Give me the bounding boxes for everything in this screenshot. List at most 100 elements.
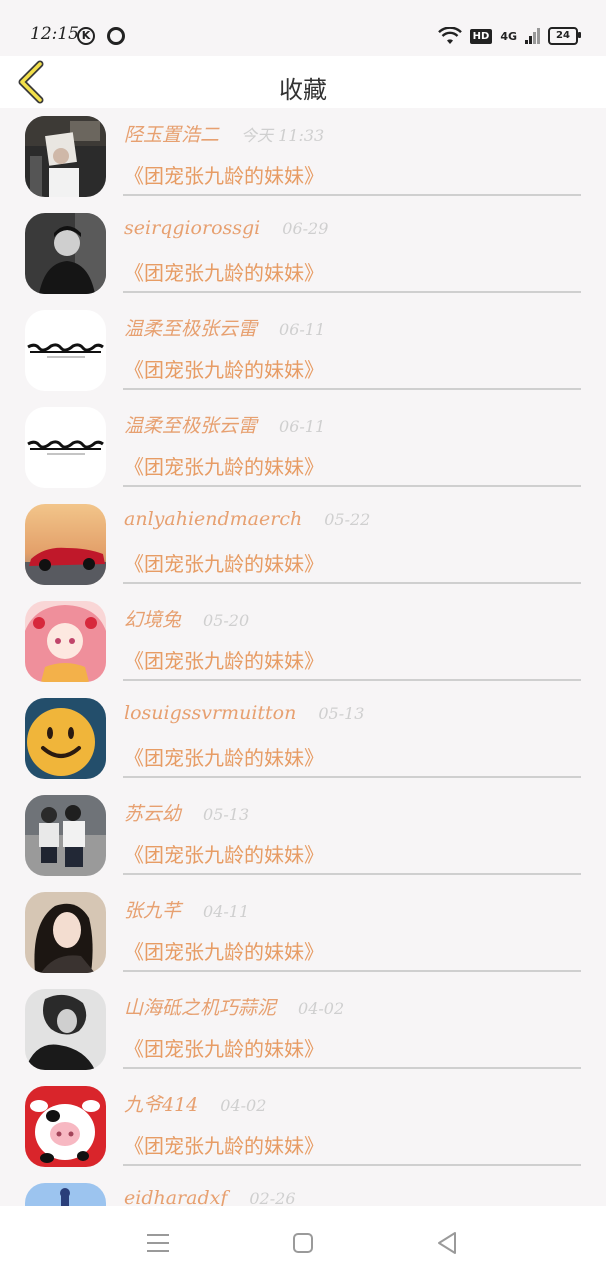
k-app-icon: K bbox=[77, 27, 95, 45]
user-name[interactable]: 陉玉置浩二 bbox=[124, 124, 219, 146]
post-title[interactable]: 《团宠张九龄的妹妹》 bbox=[124, 1033, 324, 1062]
divider bbox=[123, 485, 581, 487]
divider bbox=[123, 970, 581, 972]
divider bbox=[123, 291, 581, 293]
list-item[interactable]: 张九芊 04-11 《团宠张九龄的妹妹》 bbox=[0, 884, 606, 981]
divider bbox=[123, 1067, 581, 1069]
photo-bw-woman-icon bbox=[25, 989, 106, 1070]
header: 收藏 bbox=[0, 56, 606, 108]
anime-girl-pink-hair-icon bbox=[25, 601, 106, 682]
system-nav-bar bbox=[0, 1206, 606, 1280]
battery-icon: 24 bbox=[548, 27, 581, 45]
list-item[interactable]: 苏云幼 05-13 《团宠张九龄的妹妹》 bbox=[0, 787, 606, 884]
home-square-icon[interactable] bbox=[288, 1228, 318, 1258]
photo-red-car-sunset-icon bbox=[25, 504, 106, 585]
divider bbox=[123, 679, 581, 681]
item-date: 06-29 bbox=[282, 219, 329, 238]
list-item[interactable]: 陉玉置浩二 今天 11:33 《团宠张九龄的妹妹》 bbox=[0, 108, 606, 205]
list-item[interactable]: eidharadxf 02-26 bbox=[0, 1175, 606, 1206]
list-item[interactable]: 幻境兔 05-20 《团宠张九龄的妹妹》 bbox=[0, 593, 606, 690]
back-triangle-icon[interactable] bbox=[433, 1228, 463, 1258]
avatar[interactable] bbox=[25, 892, 106, 973]
avatar[interactable] bbox=[25, 504, 106, 585]
item-date: 05-13 bbox=[318, 704, 365, 723]
divider bbox=[123, 388, 581, 390]
list-item[interactable]: anlyahiendmaerch 05-22 《团宠张九龄的妹妹》 bbox=[0, 496, 606, 593]
menu-icon[interactable] bbox=[143, 1228, 173, 1258]
divider bbox=[123, 873, 581, 875]
favorites-list: 陉玉置浩二 今天 11:33 《团宠张九龄的妹妹》 seirqgiorossgi 0… bbox=[0, 108, 606, 1206]
user-name[interactable]: 温柔至极张云雷 bbox=[124, 415, 257, 437]
avatar[interactable] bbox=[25, 1183, 106, 1206]
item-date: 06-11 bbox=[279, 417, 326, 436]
list-item[interactable]: 温柔至极张云雷 06-11 《团宠张九龄的妹妹》 bbox=[0, 302, 606, 399]
post-title[interactable]: 《团宠张九龄的妹妹》 bbox=[124, 1130, 324, 1159]
user-name[interactable]: 幻境兔 bbox=[124, 609, 181, 631]
network-label: 4G bbox=[500, 29, 517, 43]
list-item[interactable]: 温柔至极张云雷 06-11 《团宠张九龄的妹妹》 bbox=[0, 399, 606, 496]
user-name[interactable]: 苏云幼 bbox=[124, 803, 181, 825]
avatar[interactable] bbox=[25, 407, 106, 488]
item-header: 温柔至极张云雷 06-11 bbox=[124, 411, 325, 441]
smiley-cookie-icon bbox=[25, 698, 106, 779]
item-header: 苏云幼 05-13 bbox=[124, 799, 249, 829]
calligraphy-logo-icon bbox=[25, 407, 106, 488]
user-name[interactable]: 温柔至极张云雷 bbox=[124, 318, 257, 340]
item-date: 06-11 bbox=[279, 320, 326, 339]
avatar[interactable] bbox=[25, 310, 106, 391]
item-header: 陉玉置浩二 今天 11:33 bbox=[124, 120, 324, 150]
item-header: seirqgiorossgi 06-29 bbox=[124, 217, 328, 247]
user-name[interactable]: anlyahiendmaerch bbox=[124, 508, 302, 530]
photo-couple-street-icon bbox=[25, 795, 106, 876]
avatar[interactable] bbox=[25, 213, 106, 294]
avatar[interactable] bbox=[25, 601, 106, 682]
post-title[interactable]: 《团宠张九龄的妹妹》 bbox=[124, 645, 324, 674]
post-title[interactable]: 《团宠张九龄的妹妹》 bbox=[124, 936, 324, 965]
list-item[interactable]: 山海砥之机巧蒜泥 04-02 《团宠张九龄的妹妹》 bbox=[0, 981, 606, 1078]
item-header: 温柔至极张云雷 06-11 bbox=[124, 314, 325, 344]
user-name[interactable]: 山海砥之机巧蒜泥 bbox=[124, 997, 276, 1019]
user-name[interactable]: eidharadxf bbox=[124, 1187, 227, 1206]
item-date: 今天 11:33 bbox=[241, 126, 325, 145]
list-item[interactable]: losuigssvrmuitton 05-13 《团宠张九龄的妹妹》 bbox=[0, 690, 606, 787]
list-item[interactable]: seirqgiorossgi 06-29 《团宠张九龄的妹妹》 bbox=[0, 205, 606, 302]
item-header: 山海砥之机巧蒜泥 04-02 bbox=[124, 993, 344, 1023]
divider bbox=[123, 582, 581, 584]
avatar[interactable] bbox=[25, 989, 106, 1070]
item-header: 张九芊 04-11 bbox=[124, 896, 249, 926]
divider bbox=[123, 776, 581, 778]
post-title[interactable]: 《团宠张九龄的妹妹》 bbox=[124, 839, 324, 868]
calligraphy-logo-icon bbox=[25, 310, 106, 391]
photo-woman-portrait-icon bbox=[25, 892, 106, 973]
status-time: 12:15 bbox=[30, 24, 79, 44]
item-header: eidharadxf 02-26 bbox=[124, 1187, 296, 1206]
avatar[interactable] bbox=[25, 795, 106, 876]
status-bar: 12:15 K HD 4G 24 bbox=[0, 0, 606, 56]
item-date: 05-22 bbox=[324, 510, 371, 529]
divider bbox=[123, 1164, 581, 1166]
photo-man-holding-poster-icon bbox=[25, 116, 106, 197]
post-title[interactable]: 《团宠张九龄的妹妹》 bbox=[124, 742, 324, 771]
post-title[interactable]: 《团宠张九龄的妹妹》 bbox=[124, 257, 324, 286]
wifi-icon bbox=[437, 27, 462, 44]
post-title[interactable]: 《团宠张九龄的妹妹》 bbox=[124, 160, 324, 189]
post-title[interactable]: 《团宠张九龄的妹妹》 bbox=[124, 354, 324, 383]
item-date: 04-02 bbox=[220, 1096, 267, 1115]
photo-bw-man-icon bbox=[25, 213, 106, 294]
item-date: 04-02 bbox=[298, 999, 345, 1018]
list-item[interactable]: 九爷414 04-02 《团宠张九龄的妹妹》 bbox=[0, 1078, 606, 1175]
post-title[interactable]: 《团宠张九龄的妹妹》 bbox=[124, 548, 324, 577]
user-name[interactable]: seirqgiorossgi bbox=[124, 217, 260, 239]
item-header: anlyahiendmaerch 05-22 bbox=[124, 508, 370, 538]
avatar[interactable] bbox=[25, 1086, 106, 1167]
avatar[interactable] bbox=[25, 698, 106, 779]
item-header: 九爷414 04-02 bbox=[124, 1090, 266, 1120]
user-name[interactable]: losuigssvrmuitton bbox=[124, 702, 296, 724]
user-name[interactable]: 张九芊 bbox=[124, 900, 181, 922]
avatar[interactable] bbox=[25, 116, 106, 197]
photo-blue-sky-dome-icon bbox=[25, 1183, 106, 1206]
hd-badge: HD bbox=[469, 28, 493, 44]
post-title[interactable]: 《团宠张九龄的妹妹》 bbox=[124, 451, 324, 480]
user-name[interactable]: 九爷414 bbox=[124, 1094, 198, 1116]
divider bbox=[123, 194, 581, 196]
